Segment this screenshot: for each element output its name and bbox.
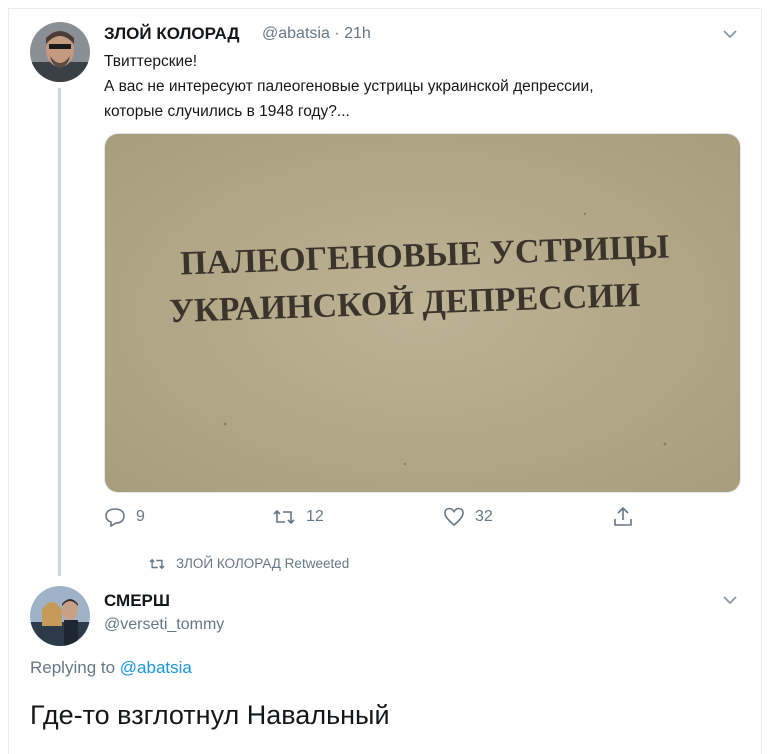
tweet-text-line-2: А вас не интересуют палеогеновые устрицы… bbox=[104, 78, 594, 95]
retweet-context-text[interactable]: ЗЛОЙ КОЛОРАД Retweeted bbox=[176, 556, 349, 571]
replying-handle-link[interactable]: @abatsia bbox=[120, 658, 192, 677]
like-count: 32 bbox=[475, 508, 493, 525]
retweet-icon bbox=[273, 509, 295, 525]
tweet-text-line-1: Твиттерские! bbox=[104, 53, 198, 70]
retweet-button[interactable]: 12 bbox=[272, 505, 324, 529]
chevron-down-icon[interactable] bbox=[723, 29, 737, 39]
share-button[interactable] bbox=[612, 505, 644, 529]
handle-text[interactable]: @abatsia bbox=[262, 25, 330, 42]
reply-author-avatar[interactable] bbox=[30, 586, 90, 646]
tweet-text-line-3: которые случились в 1948 году?... bbox=[104, 103, 350, 120]
reply-text: Где-то взглотнул Навальный bbox=[30, 700, 390, 730]
like-icon bbox=[444, 507, 464, 527]
tweet-time[interactable]: 21h bbox=[344, 25, 371, 42]
author-name[interactable]: ЗЛОЙ КОЛОРАД bbox=[104, 24, 240, 44]
retweet-count: 12 bbox=[306, 508, 324, 525]
reply-count: 9 bbox=[136, 508, 145, 525]
reply-author-handle[interactable]: @verseti_tommy bbox=[104, 616, 224, 634]
retweet-context-icon bbox=[149, 558, 165, 569]
reply-icon bbox=[105, 508, 125, 527]
thread-line bbox=[58, 88, 61, 576]
chevron-down-icon[interactable] bbox=[723, 595, 737, 605]
retweet-context: ЗЛОЙ КОЛОРАД Retweeted bbox=[148, 556, 349, 571]
replying-to: Replying to @abatsia bbox=[30, 658, 192, 678]
share-icon bbox=[614, 506, 632, 526]
author-handle[interactable]: @abatsia · 21h bbox=[262, 25, 371, 43]
separator-dot: · bbox=[334, 25, 340, 42]
like-button[interactable]: 32 bbox=[443, 505, 493, 529]
replying-prefix: Replying to bbox=[30, 658, 116, 677]
tweet-image[interactable]: ПАЛЕОГЕНОВЫЕ УСТРИЦЫ УКРАИНСКОЙ ДЕПРЕССИ… bbox=[104, 133, 741, 493]
author-avatar[interactable] bbox=[30, 22, 90, 82]
reply-button[interactable]: 9 bbox=[104, 505, 145, 529]
reply-author-name[interactable]: СМЕРШ bbox=[104, 591, 170, 611]
